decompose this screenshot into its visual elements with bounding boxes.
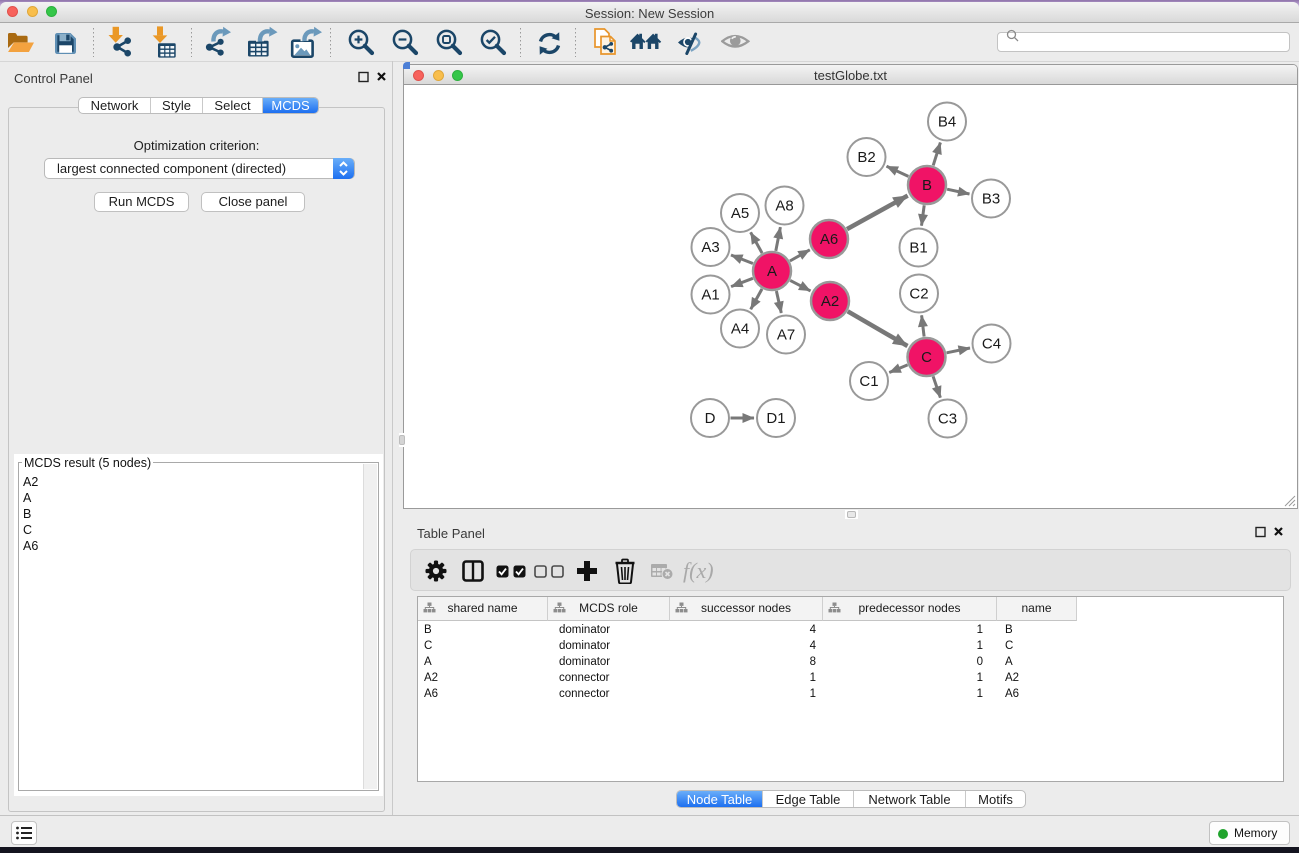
svg-text:C2: C2 — [909, 286, 928, 303]
svg-text:B1: B1 — [909, 240, 927, 257]
svg-text:A5: A5 — [731, 205, 749, 222]
svg-text:A: A — [767, 263, 777, 280]
svg-text:A4: A4 — [731, 321, 749, 338]
svg-text:C: C — [921, 349, 932, 366]
svg-text:B: B — [922, 177, 932, 194]
svg-text:C3: C3 — [938, 411, 957, 428]
svg-text:f(x): f(x) — [683, 558, 714, 583]
svg-text:B2: B2 — [857, 149, 875, 166]
svg-text:D1: D1 — [766, 410, 785, 427]
svg-text:A3: A3 — [701, 239, 719, 256]
svg-text:A2: A2 — [821, 293, 839, 310]
svg-text:B3: B3 — [982, 191, 1000, 208]
svg-text:B4: B4 — [938, 114, 956, 131]
svg-text:A8: A8 — [775, 198, 793, 215]
svg-text:A1: A1 — [701, 287, 719, 304]
svg-text:A6: A6 — [820, 231, 838, 248]
svg-text:C1: C1 — [859, 373, 878, 390]
svg-text:A7: A7 — [777, 327, 795, 344]
svg-text:D: D — [705, 410, 716, 427]
svg-text:C4: C4 — [982, 336, 1001, 353]
